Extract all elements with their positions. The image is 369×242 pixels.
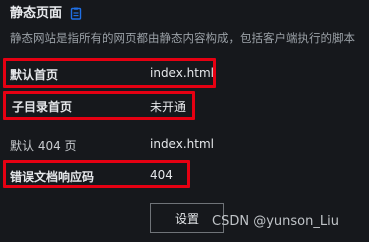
subdir-index-label: 子目录首页 [12,100,73,114]
error-code-label: 错误文档响应码 [10,170,95,184]
error-code-value: 404 [150,168,173,182]
default-index-value: index.html [150,66,214,80]
document-icon[interactable] [70,5,82,20]
watermark: CSDN @yunson_Liu [212,214,339,229]
default-404-label: 默认 404 页 [10,139,77,153]
section-header: 静态页面 [10,2,82,21]
default-index-label: 默认首页 [10,68,59,82]
section-title: 静态页面 [10,5,63,21]
subdir-index-value: 未开通 [150,100,187,114]
section-description: 静态网站是指所有的网页都由静态内容构成，包括客户端执行的脚本 [10,31,355,45]
default-404-value: index.html [150,137,214,151]
